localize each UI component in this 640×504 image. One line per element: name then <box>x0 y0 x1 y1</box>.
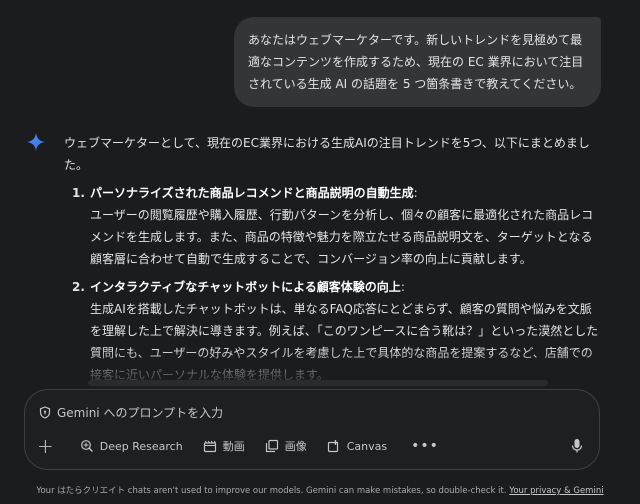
trend-colon: : <box>400 280 405 294</box>
gemini-sparkle-icon <box>27 133 45 151</box>
image-label: 画像 <box>284 440 307 453</box>
canvas-label: Canvas <box>346 439 388 453</box>
trend-item: 1. パーソナライズされた商品レコメンドと商品説明の自動生成: ユーザーの閲覧履… <box>64 182 602 270</box>
trend-number: 2. <box>72 280 85 294</box>
faded-next-line <box>88 380 548 386</box>
add-attachment-button[interactable]: + <box>37 436 54 456</box>
composer-toolbar: + Deep Research 動画 画像 Canvas ••• <box>37 436 587 456</box>
disclaimer-footer: Your はたらクリエイト chats aren't used to impro… <box>0 484 640 496</box>
prompt-placeholder: Gemini へのプロンプトを入力 <box>57 406 224 420</box>
disclaimer-text: Your はたらクリエイト chats aren't used to impro… <box>36 486 507 496</box>
prompt-input[interactable]: Gemini へのプロンプトを入力 <box>39 404 223 421</box>
canvas-icon <box>327 440 338 453</box>
video-label: 動画 <box>222 440 245 453</box>
trend-number: 1. <box>72 186 85 200</box>
trend-title: パーソナライズされた商品レコメンドと商品説明の自動生成 <box>90 186 414 200</box>
trend-title: インタラクティブなチャットボットによる顧客体験の向上 <box>90 280 401 294</box>
privacy-link[interactable]: Your privacy & Gemini <box>509 486 603 496</box>
deep-research-icon <box>80 440 93 452</box>
answer-intro: ウェブマーケターとして、現在のEC業界における生成AIの注目トレンドを5つ、以下… <box>64 136 590 172</box>
image-button[interactable]: 画像 <box>265 438 307 454</box>
user-message-text: あなたはウェブマーケターです。新しいトレンドを見極めて最適なコンテンツを作成する… <box>248 33 584 91</box>
trend-colon: : <box>413 186 418 200</box>
image-icon <box>265 439 278 453</box>
microphone-icon[interactable] <box>571 438 583 454</box>
prompt-composer[interactable]: Gemini へのプロンプトを入力 + Deep Research 動画 画像 <box>24 389 600 470</box>
deep-research-label: Deep Research <box>99 439 183 453</box>
video-button[interactable]: 動画 <box>203 438 245 454</box>
canvas-button[interactable]: Canvas <box>327 439 387 453</box>
deep-research-button[interactable]: Deep Research <box>80 439 183 453</box>
video-icon <box>203 440 216 452</box>
trend-body: ユーザーの閲覧履歴や購入履歴、行動パターンを分析し、個々の顧客に最適化された商品… <box>90 208 594 266</box>
shield-icon <box>39 406 51 419</box>
more-tools-button[interactable]: ••• <box>411 438 439 454</box>
user-message-bubble: あなたはウェブマーケターです。新しいトレンドを見極めて最適なコンテンツを作成する… <box>234 17 601 107</box>
